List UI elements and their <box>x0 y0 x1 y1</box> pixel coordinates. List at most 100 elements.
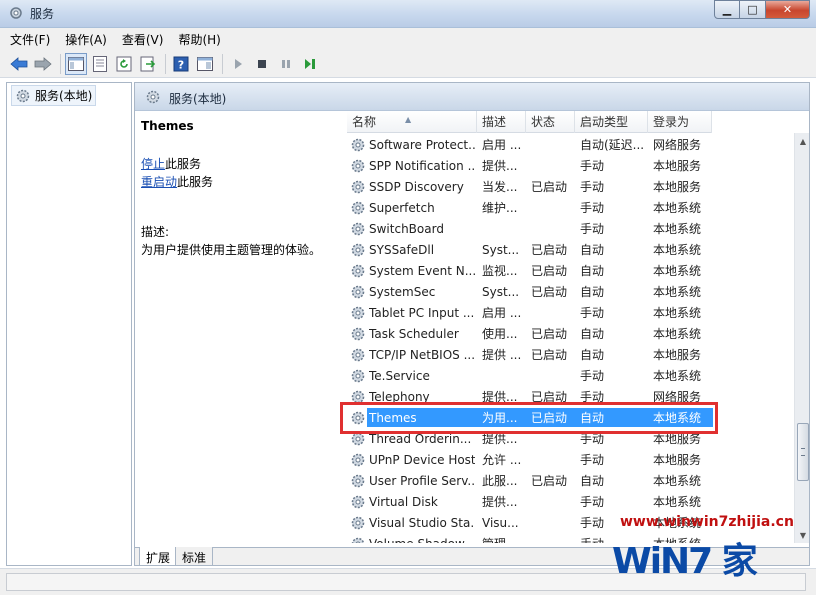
scrollbar-thumb[interactable] <box>797 423 809 481</box>
column-header-startup-type[interactable]: 启动类型 <box>575 111 648 133</box>
stop-service-button[interactable] <box>251 53 273 75</box>
table-row[interactable]: SystemSec Syst... 已启动 自动 本地系统 <box>347 281 712 302</box>
cell-log-on-as: 本地系统 <box>653 201 702 215</box>
watermark-url: www.winwin7zhijia.cn <box>620 514 794 530</box>
table-row[interactable]: User Profile Serv... 此服... 已启动 自动 本地系统 <box>347 470 712 491</box>
pane-header: 服务(本地) <box>135 83 809 111</box>
cell-name: System Event N... <box>347 263 477 279</box>
stop-service-action: 停止此服务 <box>141 155 201 172</box>
forward-button[interactable] <box>32 53 54 75</box>
sort-ascending-icon: ▲ <box>405 115 412 124</box>
table-row[interactable]: System Event N... 监视... 已启动 自动 本地系统 <box>347 260 712 281</box>
cell-name: Superfetch <box>347 200 477 216</box>
close-icon: ✕ <box>782 3 793 16</box>
cell-startup-type: 手动 <box>580 306 605 320</box>
service-gear-icon <box>351 138 365 151</box>
table-row[interactable]: Tablet PC Input ... 启用 ... 手动 本地系统 <box>347 302 712 323</box>
column-label: 登录为 <box>653 115 690 129</box>
table-row[interactable]: SSDP Discovery 当发... 已启动 手动 本地服务 <box>347 176 712 197</box>
service-gear-icon <box>351 495 365 508</box>
tab-extended[interactable]: 扩展 <box>139 547 178 565</box>
cell-startup-type: 自动 <box>580 348 605 362</box>
cell-log-on-as: 本地系统 <box>653 264 702 278</box>
table-row[interactable]: Task Scheduler 使用... 已启动 自动 本地系统 <box>347 323 712 344</box>
service-name: Volume Shadow... <box>369 537 475 544</box>
cell-log-on-as: 本地服务 <box>653 453 702 467</box>
show-hide-console-tree-button[interactable] <box>65 52 87 75</box>
tree-item-services-local[interactable]: 服务(本地) <box>11 85 97 106</box>
table-row[interactable]: TCP/IP NetBIOS ... 提供 ... 已启动 自动 本地服务 <box>347 344 712 365</box>
cell-name: Volume Shadow... <box>347 536 477 544</box>
minimize-icon: ▁ <box>722 3 732 16</box>
refresh-button[interactable] <box>113 53 135 75</box>
table-row[interactable]: Virtual Disk 提供... 手动 本地系统 <box>347 491 712 512</box>
cell-name: UPnP Device Host <box>347 452 477 468</box>
table-row[interactable]: SYSSafeDll Syst... 已启动 自动 本地系统 <box>347 239 712 260</box>
cell-startup-type: 手动 <box>580 495 605 509</box>
cell-description: 允许 ... <box>482 453 522 467</box>
stop-service-suffix: 此服务 <box>165 157 202 171</box>
table-row[interactable]: Te.Service 手动 本地系统 <box>347 365 712 386</box>
cell-description: 提供... <box>482 495 518 509</box>
service-gear-icon <box>351 348 365 361</box>
pause-service-button[interactable] <box>275 53 297 75</box>
column-header-name[interactable]: ▲ 名称 <box>347 111 477 133</box>
service-gear-icon <box>351 243 365 256</box>
vertical-scrollbar[interactable]: ▲ ▼ <box>794 133 809 543</box>
list-header: ▲ 名称 描述 状态 启动类型 登录为 <box>347 111 712 133</box>
grip-icon <box>801 448 805 456</box>
description-label: 描述: <box>141 225 170 239</box>
help-button[interactable]: ? <box>170 53 192 75</box>
column-header-log-on-as[interactable]: 登录为 <box>648 111 712 133</box>
cell-startup-type: 自动 <box>580 243 605 257</box>
menu-help[interactable]: 帮助(H) <box>178 31 220 48</box>
watermark-logo: WiN7 家 <box>612 541 758 582</box>
properties-icon <box>93 55 107 72</box>
services-pane: 服务(本地) Themes 停止此服务 重启动此服务 描述: 为用户提供使用主题… <box>134 82 810 566</box>
maximize-button[interactable]: □ <box>740 0 766 19</box>
stop-service-link[interactable]: 停止 <box>141 157 165 171</box>
table-row[interactable]: SwitchBoard 手动 本地系统 <box>347 218 712 239</box>
service-gear-icon <box>351 222 365 235</box>
scroll-up-arrow-icon[interactable]: ▲ <box>795 133 809 149</box>
back-button[interactable] <box>8 53 30 75</box>
cell-name: SSDP Discovery <box>347 179 477 195</box>
cell-startup-type: 自动 <box>580 327 605 341</box>
view-toggle-button[interactable] <box>194 53 216 75</box>
minimize-button[interactable]: ▁ <box>714 0 740 19</box>
column-header-description[interactable]: 描述 <box>477 111 526 133</box>
svg-text:?: ? <box>178 58 184 71</box>
view-pane-icon <box>197 56 213 71</box>
table-row[interactable]: Superfetch 维护... 手动 本地系统 <box>347 197 712 218</box>
table-row[interactable]: SPP Notification ... 提供... 手动 本地服务 <box>347 155 712 176</box>
table-row[interactable]: Software Protect... 启用 ... 自动(延迟... 网络服务 <box>347 134 712 155</box>
restart-service-action: 重启动此服务 <box>141 173 213 190</box>
restart-service-suffix: 此服务 <box>177 175 214 189</box>
resume-icon <box>305 58 315 69</box>
cell-description: 启用 ... <box>482 138 522 152</box>
properties-button[interactable] <box>89 53 111 75</box>
restart-service-link[interactable]: 重启动 <box>141 175 177 189</box>
service-details-panel: Themes 停止此服务 重启动此服务 描述: 为用户提供使用主题管理的体验。 <box>135 111 339 541</box>
cell-startup-type: 手动 <box>580 222 605 236</box>
service-gear-icon <box>351 180 365 193</box>
service-name: SwitchBoard <box>369 221 444 236</box>
menu-view[interactable]: 查看(V) <box>122 31 164 48</box>
restart-service-button[interactable] <box>299 53 321 75</box>
cell-status: 已启动 <box>531 474 568 488</box>
tab-standard[interactable]: 标准 <box>175 547 214 565</box>
cell-log-on-as: 本地服务 <box>653 180 702 194</box>
column-header-status[interactable]: 状态 <box>526 111 575 133</box>
services-gear-icon <box>10 7 22 19</box>
service-name: SSDP Discovery <box>369 179 464 194</box>
maximize-icon: □ <box>747 3 758 16</box>
menu-file[interactable]: 文件(F) <box>10 31 50 48</box>
service-gear-icon <box>351 264 365 277</box>
start-service-button[interactable] <box>227 53 249 75</box>
table-row[interactable]: UPnP Device Host 允许 ... 手动 本地服务 <box>347 449 712 470</box>
cell-name: Tablet PC Input ... <box>347 305 477 321</box>
menu-action[interactable]: 操作(A) <box>65 31 107 48</box>
close-button[interactable]: ✕ <box>766 0 810 19</box>
help-icon: ? <box>173 56 189 71</box>
export-list-button[interactable] <box>137 53 159 75</box>
